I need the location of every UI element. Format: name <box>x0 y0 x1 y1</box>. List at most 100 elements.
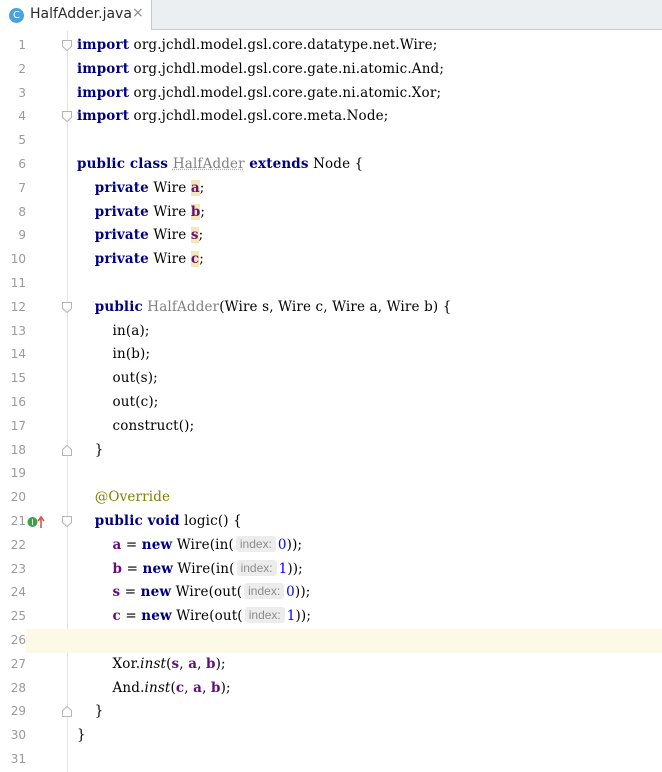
line-number: 28 <box>10 680 26 695</box>
code-line[interactable]: 13 in(a); <box>0 320 662 344</box>
code-line[interactable]: 27 Xor.inst(s, a, b); <box>0 653 662 677</box>
code-token: import <box>77 84 130 101</box>
code-token: Wire <box>148 203 191 220</box>
code-line[interactable]: 16 out(c); <box>0 391 662 415</box>
code-line[interactable]: 28 And.inst(c, a, b); <box>0 677 662 701</box>
code-editor[interactable]: 1 import org.jchdl.model.gsl.core.datatyp… <box>0 34 662 772</box>
code-token: ; <box>199 179 205 196</box>
code-line[interactable]: 19 <box>0 462 662 486</box>
code-line[interactable]: 22 a = new Wire(in(index: 0)); <box>0 534 662 558</box>
code-line[interactable]: 8 private Wire b; <box>0 201 662 225</box>
code-token: Xor. <box>77 655 141 672</box>
code-token: HalfAdder <box>172 155 245 172</box>
code-line[interactable]: 12 public HalfAdder(Wire s, Wire c, Wire… <box>0 296 662 320</box>
override-method-icon[interactable]: I <box>27 515 47 529</box>
code-text: import org.jchdl.model.gsl.core.meta.Nod… <box>77 105 388 129</box>
fold-collapse-icon[interactable] <box>62 111 72 123</box>
close-icon[interactable]: × <box>132 5 144 21</box>
code-token: import <box>77 108 130 125</box>
code-text: public class HalfAdder extends Node { <box>77 153 363 177</box>
code-token: )); <box>287 560 303 577</box>
code-line[interactable]: 29 } <box>0 700 662 724</box>
fold-collapse-icon[interactable] <box>62 515 72 527</box>
code-text: And.inst(c, a, b); <box>77 677 231 701</box>
fold-collapse-icon[interactable] <box>62 40 72 51</box>
line-number: 25 <box>10 609 26 624</box>
code-line[interactable]: 4 import org.jchdl.model.gsl.core.meta.No… <box>0 105 662 129</box>
code-line[interactable]: 14 in(b); <box>0 343 662 367</box>
code-token: Wire <box>148 251 191 268</box>
code-token: , <box>179 655 189 672</box>
code-token: in(b); <box>77 346 151 363</box>
code-token: in(a); <box>77 322 150 339</box>
code-token: import <box>77 37 130 53</box>
code-text: public void logic() { <box>77 510 242 534</box>
line-number: 27 <box>10 656 26 671</box>
line-number: 19 <box>10 466 26 481</box>
code-line[interactable]: 24 s = new Wire(out(index: 0)); <box>0 581 662 605</box>
code-line[interactable]: 1 import org.jchdl.model.gsl.core.datatyp… <box>0 34 662 58</box>
line-number: 12 <box>10 299 26 314</box>
code-token: Wire(in( <box>172 536 234 553</box>
code-token: public <box>94 298 143 315</box>
code-token: , <box>184 679 194 696</box>
code-token: public class <box>77 155 173 172</box>
fold-end-icon[interactable] <box>62 706 72 718</box>
code-line[interactable]: 2 import org.jchdl.model.gsl.core.gate.ni… <box>0 58 662 82</box>
code-line[interactable]: 18 } <box>0 439 662 463</box>
code-line[interactable]: 20 @Override <box>0 486 662 510</box>
code-line[interactable]: 9 private Wire s; <box>0 224 662 248</box>
code-token: , <box>197 655 206 672</box>
code-token: new <box>141 536 173 553</box>
code-line[interactable]: 25 c = new Wire(out(index: 1)); <box>0 605 662 629</box>
code-text: public HalfAdder(Wire s, Wire c, Wire a,… <box>77 296 452 320</box>
code-token: = <box>120 584 141 601</box>
parameter-hint: index: <box>236 559 277 576</box>
line-number: 10 <box>10 252 26 267</box>
line-number: 14 <box>10 347 26 362</box>
code-token: )); <box>295 608 312 625</box>
code-line[interactable]: 23 b = new Wire(in(index: 1)); <box>0 558 662 582</box>
line-number: 31 <box>10 751 26 766</box>
parameter-hint: index: <box>244 583 285 600</box>
line-number: 23 <box>10 561 26 576</box>
svg-text:I: I <box>31 518 33 527</box>
code-token: 0 <box>286 584 295 601</box>
code-token: , <box>202 679 211 696</box>
code-text: private Wire a; <box>77 177 204 201</box>
code-token: a <box>193 679 203 696</box>
code-line[interactable]: 10 private Wire c; <box>0 248 662 272</box>
line-number: 30 <box>10 728 26 743</box>
code-line[interactable]: 5 <box>0 129 662 153</box>
code-line[interactable]: 31 <box>0 748 662 772</box>
code-token: Node { <box>308 155 364 172</box>
editor-tab-bar: C HalfAdder.java × <box>0 0 662 30</box>
line-number: 1 <box>18 38 26 52</box>
code-token: ; <box>200 203 206 220</box>
code-token: ); <box>220 679 231 696</box>
code-token: And. <box>77 679 145 696</box>
code-line[interactable]: 17 construct(); <box>0 415 662 439</box>
java-class-icon: C <box>9 8 24 23</box>
code-line[interactable]: 26 <box>0 628 662 653</box>
code-line[interactable]: 6 public class HalfAdder extends Node { <box>0 153 662 177</box>
code-line[interactable]: 3 import org.jchdl.model.gsl.core.gate.ni… <box>0 82 662 106</box>
tab-halfadder-java[interactable]: C HalfAdder.java × <box>0 0 152 30</box>
fold-end-icon[interactable] <box>62 444 72 456</box>
code-line[interactable]: 7 private Wire a; <box>0 177 662 201</box>
code-line[interactable]: 30} <box>0 724 662 748</box>
code-text: construct(); <box>77 415 195 439</box>
code-line[interactable]: 11 <box>0 272 662 296</box>
code-token: a <box>190 179 200 196</box>
code-token: logic() { <box>179 512 242 529</box>
code-token: org.jchdl.model.gsl.core.gate.ni.atomic.… <box>129 84 442 101</box>
line-number: 2 <box>18 61 26 76</box>
code-text: import org.jchdl.model.gsl.core.gate.ni.… <box>77 58 444 82</box>
fold-collapse-icon[interactable] <box>62 301 72 313</box>
code-line[interactable]: 15 out(s); <box>0 367 662 391</box>
code-line[interactable]: 21 I public void logic() { <box>0 510 662 534</box>
code-token: 0 <box>277 536 287 553</box>
